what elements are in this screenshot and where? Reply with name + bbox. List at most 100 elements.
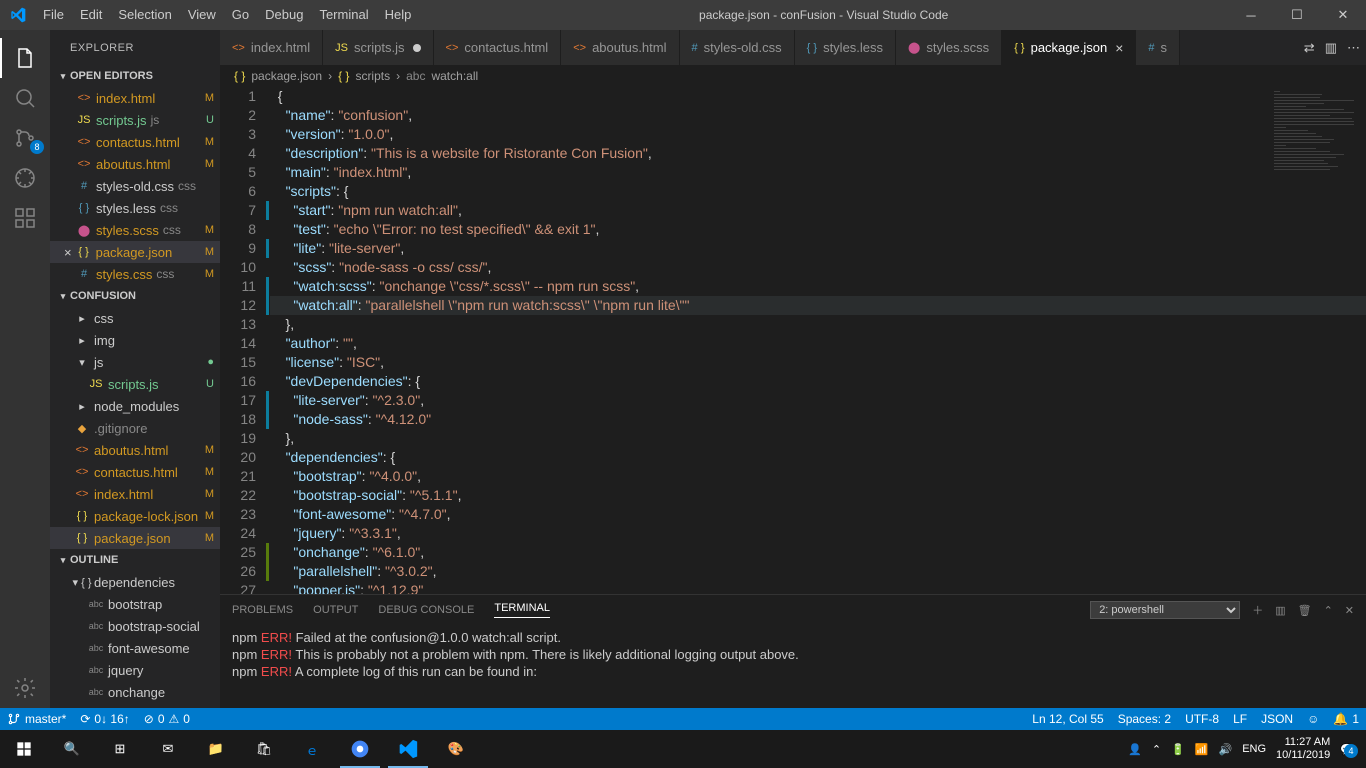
vscode-taskbar-icon[interactable] bbox=[384, 730, 432, 768]
feedback-icon[interactable]: ☺ bbox=[1300, 708, 1326, 730]
source-control-icon[interactable]: 8 bbox=[0, 118, 50, 158]
editor-tab[interactable]: <>contactus.html bbox=[434, 30, 562, 65]
maximize-button[interactable]: ☐ bbox=[1274, 0, 1320, 30]
editor-tab[interactable]: { }package.json× bbox=[1002, 30, 1136, 65]
open-editor-item[interactable]: ×{ }package.jsonM bbox=[50, 241, 220, 263]
outline-item[interactable]: abcfont-awesome bbox=[50, 637, 220, 659]
output-tab[interactable]: OUTPUT bbox=[313, 604, 358, 616]
outline-item[interactable]: ▾ { }dependencies bbox=[50, 571, 220, 593]
tree-item[interactable]: ▾js● bbox=[50, 351, 220, 373]
eol[interactable]: LF bbox=[1226, 708, 1254, 730]
encoding[interactable]: UTF-8 bbox=[1178, 708, 1226, 730]
open-editor-item[interactable]: <>index.htmlM bbox=[50, 87, 220, 109]
paint-icon[interactable]: 🎨 bbox=[432, 730, 480, 768]
git-branch[interactable]: master* bbox=[0, 708, 73, 730]
menu-file[interactable]: File bbox=[35, 0, 72, 30]
open-editor-item[interactable]: #styles.csscssM bbox=[50, 263, 220, 285]
search-icon[interactable] bbox=[0, 78, 50, 118]
maximize-panel-icon[interactable]: ⌃ bbox=[1324, 604, 1333, 617]
settings-icon[interactable] bbox=[0, 668, 50, 708]
editor-tab[interactable]: <>aboutus.html bbox=[561, 30, 679, 65]
outline-item[interactable]: abconchange bbox=[50, 681, 220, 703]
wifi-icon[interactable]: 📶 bbox=[1195, 743, 1209, 756]
terminal-body[interactable]: npm ERR! Failed at the confusion@1.0.0 w… bbox=[220, 625, 1366, 708]
people-icon[interactable]: 👤 bbox=[1128, 743, 1142, 756]
outline-item[interactable]: abcbootstrap-social bbox=[50, 615, 220, 637]
tray-chevron-icon[interactable]: ⌃ bbox=[1152, 743, 1161, 756]
task-view-button[interactable]: ⊞ bbox=[96, 730, 144, 768]
editor-tab[interactable]: #styles-old.css bbox=[680, 30, 795, 65]
tree-item[interactable]: <>aboutus.htmlM bbox=[50, 439, 220, 461]
more-icon[interactable]: ⋯ bbox=[1347, 40, 1360, 56]
problems-tab[interactable]: PROBLEMS bbox=[232, 604, 293, 616]
terminal-tab[interactable]: TERMINAL bbox=[494, 602, 550, 618]
menu-go[interactable]: Go bbox=[224, 0, 257, 30]
split-editor-icon[interactable]: ▥ bbox=[1325, 40, 1337, 56]
edge-icon[interactable]: ｅ bbox=[288, 730, 336, 768]
menu-selection[interactable]: Selection bbox=[110, 0, 179, 30]
menu-terminal[interactable]: Terminal bbox=[311, 0, 376, 30]
editor-tab[interactable]: JSscripts.js bbox=[323, 30, 433, 65]
outline-item[interactable]: abcbootstrap bbox=[50, 593, 220, 615]
outline-header[interactable]: ▾OUTLINE bbox=[50, 549, 220, 571]
tree-item[interactable]: ▸css bbox=[50, 307, 220, 329]
compare-icon[interactable]: ⇄ bbox=[1304, 40, 1315, 56]
store-icon[interactable]: 🛍 bbox=[240, 730, 288, 768]
action-center-icon[interactable]: 💬4 bbox=[1340, 743, 1354, 756]
tree-item[interactable]: <>index.htmlM bbox=[50, 483, 220, 505]
editor-tab[interactable]: #s bbox=[1136, 30, 1180, 65]
split-terminal-icon[interactable]: ▥ bbox=[1275, 604, 1285, 617]
file-explorer-icon[interactable]: 📁 bbox=[192, 730, 240, 768]
open-editor-item[interactable]: JSscripts.jsjsU bbox=[50, 109, 220, 131]
tree-item[interactable]: ◆.gitignore bbox=[50, 417, 220, 439]
menu-debug[interactable]: Debug bbox=[257, 0, 311, 30]
open-editor-item[interactable]: <>contactus.htmlM bbox=[50, 131, 220, 153]
breadcrumb[interactable]: { }package.json› { }scripts› abcwatch:al… bbox=[220, 65, 1366, 87]
open-editors-header[interactable]: ▾OPEN EDITORS bbox=[50, 65, 220, 87]
terminal-select[interactable]: 2: powershell bbox=[1090, 601, 1240, 619]
tree-item[interactable]: ▸node_modules bbox=[50, 395, 220, 417]
menu-edit[interactable]: Edit bbox=[72, 0, 110, 30]
editor-tab[interactable]: ⬤styles.scss bbox=[896, 30, 1002, 65]
open-editor-item[interactable]: #styles-old.csscss bbox=[50, 175, 220, 197]
debug-icon[interactable] bbox=[0, 158, 50, 198]
notifications-icon[interactable]: 🔔1 bbox=[1326, 708, 1366, 730]
debug-console-tab[interactable]: DEBUG CONSOLE bbox=[378, 604, 474, 616]
battery-icon[interactable]: 🔋 bbox=[1171, 743, 1185, 756]
tree-item[interactable]: { }package.jsonM bbox=[50, 527, 220, 549]
problems-count[interactable]: ⊘ 0 ⚠ 0 bbox=[137, 708, 197, 730]
tree-item[interactable]: { }package-lock.jsonM bbox=[50, 505, 220, 527]
project-header[interactable]: ▾CONFUSION bbox=[50, 285, 220, 307]
menu-view[interactable]: View bbox=[180, 0, 224, 30]
editor-tab[interactable]: { }styles.less bbox=[795, 30, 896, 65]
volume-icon[interactable]: 🔊 bbox=[1219, 743, 1233, 756]
open-editor-item[interactable]: <>aboutus.htmlM bbox=[50, 153, 220, 175]
search-button[interactable]: 🔍 bbox=[48, 730, 96, 768]
minimap[interactable]: ▬▬▬▬▬▬▬▬▬▬▬▬▬▬▬▬▬▬▬▬▬▬▬▬▬▬▬▬▬▬▬▬▬▬▬▬▬▬▬▬… bbox=[1266, 87, 1366, 594]
chrome-icon[interactable] bbox=[336, 730, 384, 768]
new-terminal-icon[interactable]: ＋ bbox=[1252, 602, 1263, 618]
code-editor[interactable]: 1234567891011121314151617181920212223242… bbox=[220, 87, 1366, 594]
menu-help[interactable]: Help bbox=[377, 0, 420, 30]
minimize-button[interactable]: ─ bbox=[1228, 0, 1274, 30]
cursor-position[interactable]: Ln 12, Col 55 bbox=[1025, 708, 1110, 730]
close-button[interactable]: ✕ bbox=[1320, 0, 1366, 30]
clock[interactable]: 11:27 AM10/11/2019 bbox=[1276, 736, 1330, 762]
language-indicator[interactable]: ENG bbox=[1242, 743, 1266, 755]
open-editor-item[interactable]: { }styles.lesscss bbox=[50, 197, 220, 219]
indentation[interactable]: Spaces: 2 bbox=[1111, 708, 1178, 730]
kill-terminal-icon[interactable]: 🗑 bbox=[1298, 604, 1312, 617]
start-button[interactable] bbox=[0, 730, 48, 768]
explorer-icon[interactable] bbox=[0, 38, 50, 78]
tree-item[interactable]: JSscripts.jsU bbox=[50, 373, 220, 395]
language-mode[interactable]: JSON bbox=[1254, 708, 1300, 730]
outline-item[interactable]: abcjquery bbox=[50, 659, 220, 681]
editor-tab[interactable]: <>index.html bbox=[220, 30, 323, 65]
git-sync[interactable]: ⟳ 0↓ 16↑ bbox=[73, 708, 136, 730]
tree-item[interactable]: ▸img bbox=[50, 329, 220, 351]
tree-item[interactable]: <>contactus.htmlM bbox=[50, 461, 220, 483]
mail-icon[interactable]: ✉ bbox=[144, 730, 192, 768]
open-editor-item[interactable]: ⬤styles.scsscssM bbox=[50, 219, 220, 241]
extensions-icon[interactable] bbox=[0, 198, 50, 238]
close-panel-icon[interactable]: ✕ bbox=[1345, 604, 1354, 617]
